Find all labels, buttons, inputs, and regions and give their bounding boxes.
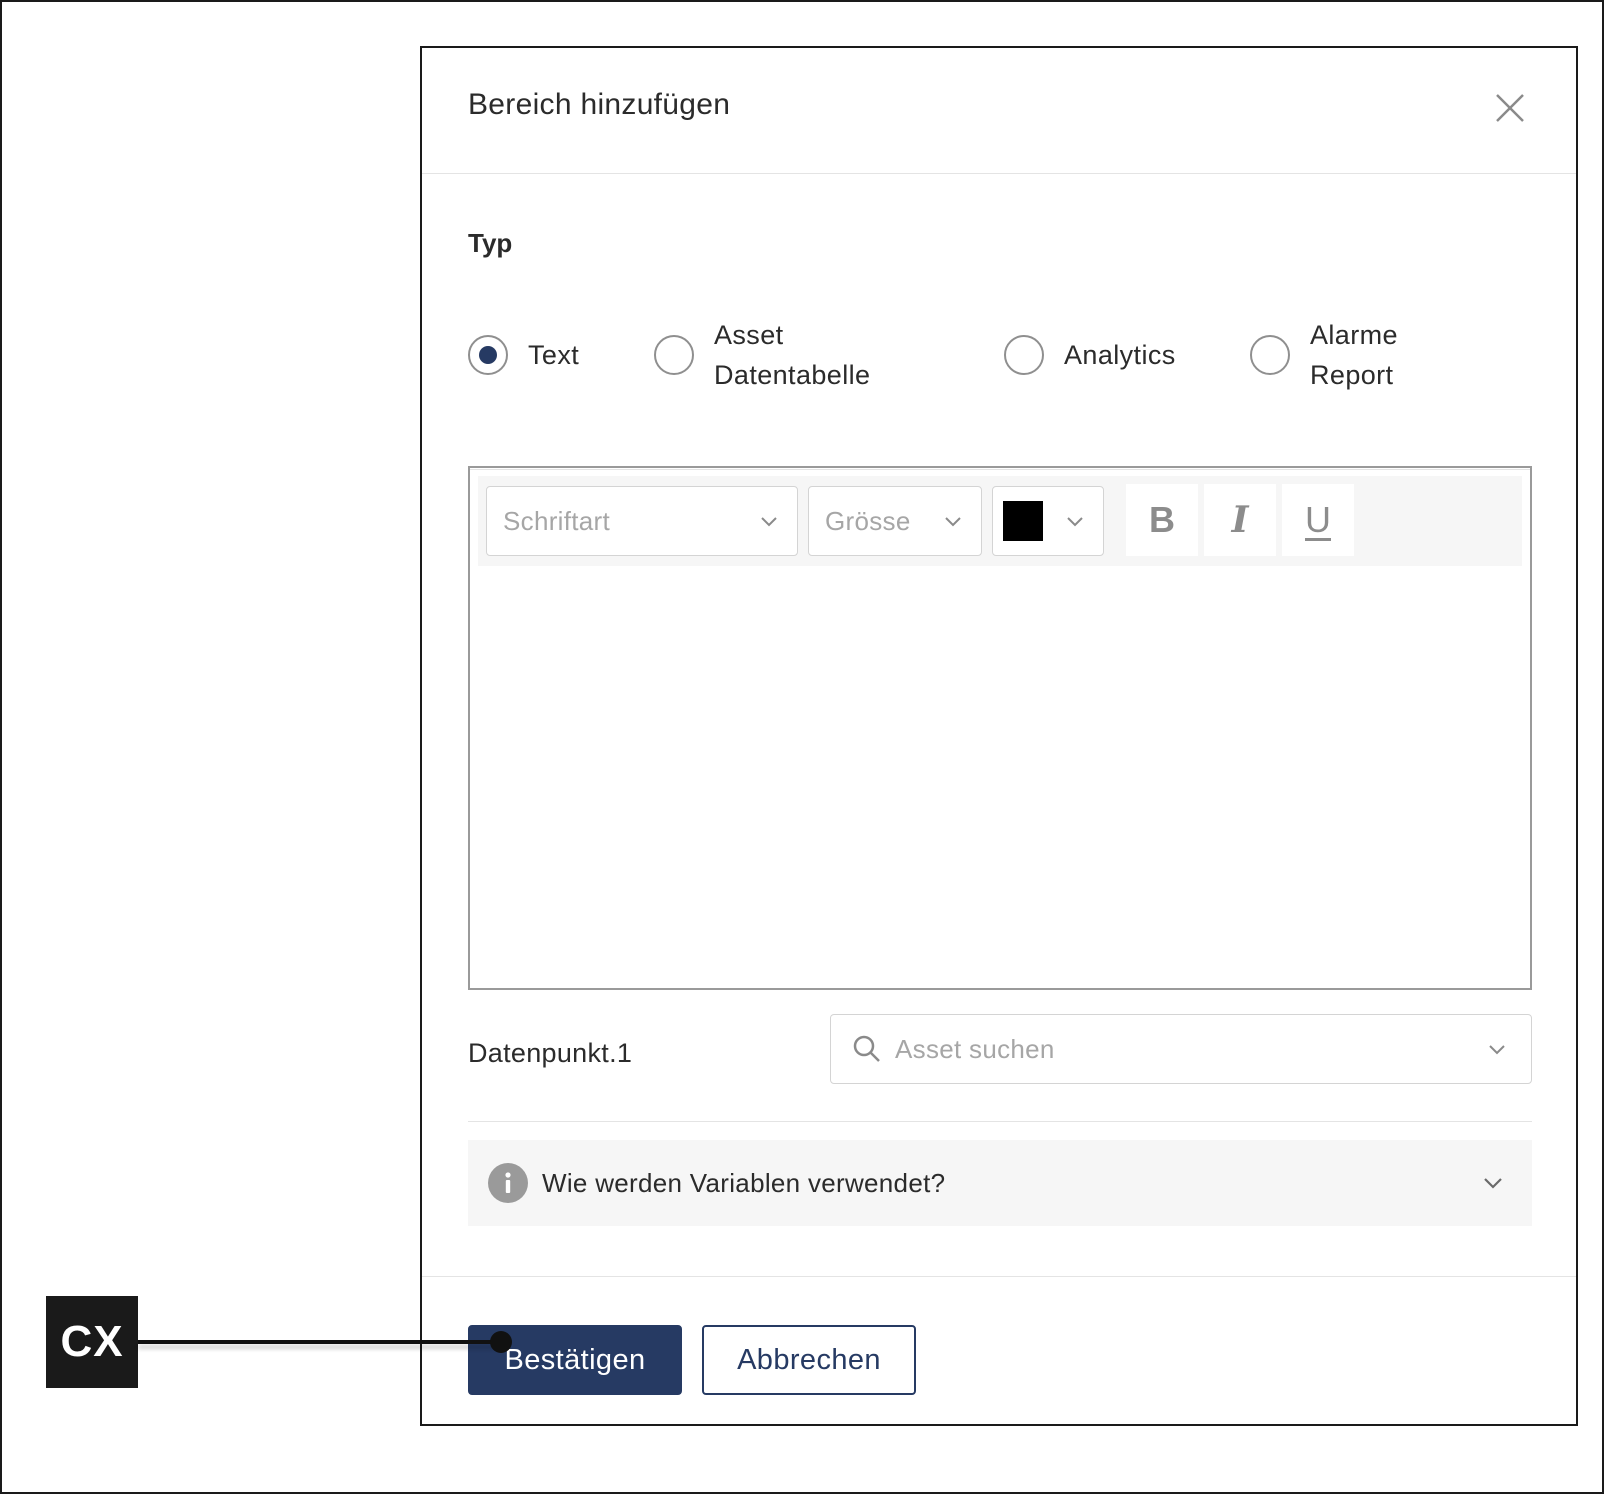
color-swatch: [1003, 501, 1043, 541]
info-text: Wie werden Variablen verwendet?: [542, 1167, 946, 1198]
dialog-title: Bereich hinzufügen: [468, 88, 731, 121]
callout-line: [138, 1340, 502, 1344]
chevron-down-icon: [1489, 1045, 1505, 1055]
radio-label-asset-datatable: Asset Datentabelle: [714, 315, 870, 395]
radio-label-analytics: Analytics: [1064, 340, 1176, 370]
underline-icon: U: [1305, 499, 1331, 540]
radio-button[interactable]: [654, 335, 694, 375]
asset-search-select[interactable]: Asset suchen: [830, 1014, 1532, 1084]
chevron-down-icon: [945, 517, 961, 527]
type-section-label: Typ: [468, 228, 513, 258]
rich-text-editor: Schriftart Grösse B I U: [468, 466, 1532, 990]
radio-option-text[interactable]: Text: [468, 310, 579, 400]
radio-label-line: Asset: [714, 320, 784, 350]
callout-badge: CX: [46, 1296, 138, 1388]
font-family-placeholder: Schriftart: [503, 505, 611, 536]
asset-search-placeholder: Asset suchen: [895, 1033, 1055, 1064]
underline-button[interactable]: U: [1282, 484, 1354, 556]
datapoint-label: Datenpunkt.1: [468, 1038, 633, 1068]
bold-icon: B: [1149, 499, 1175, 540]
variables-info-accordion[interactable]: Wie werden Variablen verwendet?: [468, 1140, 1532, 1226]
radio-label-line: Datentabelle: [714, 360, 871, 390]
radio-label-text: Text: [528, 340, 580, 370]
italic-icon: I: [1231, 499, 1249, 541]
radio-option-alarm-report[interactable]: Alarme Report: [1250, 310, 1398, 400]
text-color-picker[interactable]: [992, 486, 1104, 556]
bold-button[interactable]: B: [1126, 484, 1198, 556]
radio-button-checked[interactable]: [468, 335, 508, 375]
radio-option-analytics[interactable]: Analytics: [1004, 310, 1176, 400]
chevron-down-icon: [1484, 1178, 1502, 1189]
radio-label-line: Report: [1310, 360, 1394, 390]
italic-button[interactable]: I: [1204, 484, 1276, 556]
close-icon: [1496, 94, 1524, 122]
font-family-select[interactable]: Schriftart: [486, 486, 798, 556]
editor-text-area[interactable]: [470, 572, 1530, 986]
close-button[interactable]: [1490, 88, 1530, 128]
dialog-footer: Bestätigen Abbrechen: [422, 1276, 1576, 1426]
editor-toolbar: Schriftart Grösse B I U: [478, 476, 1522, 566]
datapoint-row: Datenpunkt.1 Asset suchen: [468, 1014, 1532, 1122]
callout-dot: [490, 1331, 512, 1353]
radio-label-alarm-report: Alarme Report: [1310, 315, 1398, 395]
cancel-button[interactable]: Abbrechen: [702, 1325, 916, 1395]
font-size-placeholder: Grösse: [825, 505, 911, 536]
radio-label-line: Alarme: [1310, 320, 1398, 350]
font-size-select[interactable]: Grösse: [808, 486, 982, 556]
radio-button[interactable]: [1004, 335, 1044, 375]
radio-option-asset-datatable[interactable]: Asset Datentabelle: [654, 310, 870, 400]
info-icon: [488, 1163, 528, 1203]
chevron-down-icon: [761, 517, 777, 527]
chevron-down-icon: [1067, 517, 1083, 527]
dialog-header: Bereich hinzufügen: [422, 48, 1576, 174]
type-radio-group: Text Asset Datentabelle Analytics Alarme…: [468, 310, 1532, 470]
search-icon: [853, 1035, 880, 1062]
radio-button[interactable]: [1250, 335, 1290, 375]
add-section-dialog: Bereich hinzufügen Typ Text Asset Datent…: [420, 46, 1578, 1426]
